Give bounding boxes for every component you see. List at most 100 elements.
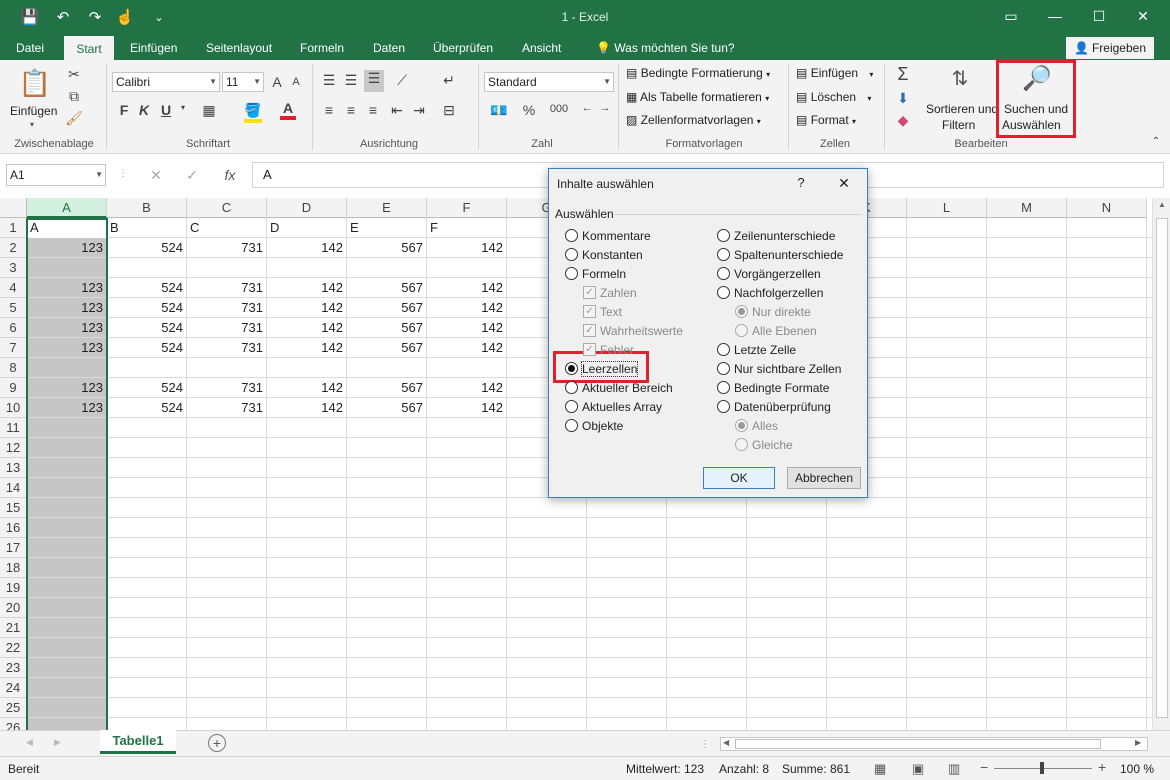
row-header[interactable]: 26 bbox=[0, 718, 27, 730]
table-cell[interactable]: 524 bbox=[107, 398, 186, 418]
ok-button[interactable]: OK bbox=[703, 467, 775, 489]
horizontal-scroll-thumb[interactable] bbox=[735, 739, 1101, 749]
column-header[interactable]: F bbox=[427, 198, 507, 218]
radio-button[interactable] bbox=[565, 400, 578, 413]
table-cell[interactable]: 731 bbox=[187, 398, 266, 418]
table-cell[interactable]: D bbox=[267, 218, 346, 238]
row-header[interactable]: 9 bbox=[0, 378, 27, 398]
row-header[interactable]: 7 bbox=[0, 338, 27, 358]
currency-icon[interactable]: 💶 bbox=[488, 102, 510, 119]
table-cell[interactable]: 142 bbox=[267, 238, 346, 258]
table-cell[interactable]: 731 bbox=[187, 318, 266, 338]
zoom-out-button[interactable]: − bbox=[980, 759, 988, 775]
thousands-separator-button[interactable]: 000 bbox=[546, 103, 572, 115]
table-cell[interactable]: 524 bbox=[107, 298, 186, 318]
align-left-icon[interactable]: ≡ bbox=[320, 102, 338, 118]
table-cell[interactable]: 142 bbox=[427, 398, 506, 418]
align-top-icon[interactable]: ☰ bbox=[320, 72, 338, 89]
row-header[interactable]: 11 bbox=[0, 418, 27, 438]
page-break-view-icon[interactable]: ▥ bbox=[948, 761, 960, 777]
table-cell[interactable]: 142 bbox=[267, 398, 346, 418]
row-header[interactable]: 12 bbox=[0, 438, 27, 458]
dialog-help-button[interactable]: ? bbox=[793, 175, 809, 190]
conditional-formatting-button[interactable]: ▤ Bedingte Formatierung ▾ bbox=[626, 66, 770, 80]
radio-button[interactable] bbox=[565, 248, 578, 261]
radio-button[interactable] bbox=[565, 419, 578, 432]
sort-filter-button[interactable]: ⇅ Sortieren und Filtern bbox=[924, 64, 998, 134]
table-cell[interactable]: 567 bbox=[347, 338, 426, 358]
row-header[interactable]: 16 bbox=[0, 518, 27, 538]
zoom-level[interactable]: 100 % bbox=[1120, 762, 1154, 776]
collapse-ribbon-icon[interactable]: ⌃ bbox=[1148, 136, 1164, 147]
splitter-dots-icon[interactable]: ⋮ bbox=[700, 739, 710, 750]
option-right-7[interactable]: Nur sichtbare Zellen bbox=[717, 360, 841, 378]
table-cell[interactable]: 142 bbox=[427, 338, 506, 358]
ribbon-display-options-icon[interactable]: ▭ bbox=[996, 4, 1026, 28]
scroll-up-icon[interactable]: ▲ bbox=[1155, 200, 1169, 209]
column-header[interactable]: D bbox=[267, 198, 347, 218]
row-header[interactable]: 19 bbox=[0, 578, 27, 598]
vertical-scroll-thumb[interactable] bbox=[1156, 218, 1168, 718]
align-middle-icon[interactable]: ☰ bbox=[342, 72, 360, 89]
option-right-3[interactable]: Nachfolgerzellen bbox=[717, 284, 823, 302]
row-header[interactable]: 4 bbox=[0, 278, 27, 298]
table-cell[interactable]: 142 bbox=[427, 378, 506, 398]
table-cell[interactable]: 567 bbox=[347, 318, 426, 338]
table-cell[interactable]: E bbox=[347, 218, 426, 238]
bold-button[interactable]: F bbox=[116, 102, 132, 118]
radio-button[interactable] bbox=[565, 362, 578, 375]
tab-daten[interactable]: Daten bbox=[367, 36, 411, 60]
tab-datei[interactable]: Datei bbox=[10, 36, 50, 60]
cut-icon[interactable]: ✂ bbox=[64, 66, 84, 83]
format-cells-button[interactable]: ▤ Format ▾ bbox=[796, 113, 856, 127]
wrap-text-icon[interactable]: ↵ bbox=[440, 72, 458, 89]
table-cell[interactable]: 142 bbox=[427, 278, 506, 298]
decrease-decimal-icon[interactable]: → bbox=[598, 102, 612, 114]
tab-seitenlayout[interactable]: Seitenlayout bbox=[200, 36, 278, 60]
cancel-entry-icon[interactable]: ✕ bbox=[146, 167, 166, 184]
find-select-button[interactable]: 🔎 Suchen und Auswählen bbox=[1000, 64, 1072, 134]
table-cell[interactable]: 142 bbox=[267, 298, 346, 318]
table-cell[interactable]: 731 bbox=[187, 278, 266, 298]
table-cell[interactable]: 567 bbox=[347, 238, 426, 258]
option-right-6[interactable]: Letzte Zelle bbox=[717, 341, 796, 359]
row-header[interactable]: 25 bbox=[0, 698, 27, 718]
radio-button[interactable] bbox=[717, 229, 730, 242]
row-header[interactable]: 17 bbox=[0, 538, 27, 558]
font-size-combo[interactable]: 11 ▼ bbox=[222, 72, 264, 92]
table-cell[interactable]: B bbox=[107, 218, 186, 238]
option-left-10[interactable]: Objekte bbox=[565, 417, 623, 435]
row-header[interactable]: 21 bbox=[0, 618, 27, 638]
normal-view-icon[interactable]: ▦ bbox=[874, 761, 886, 777]
page-layout-view-icon[interactable]: ▣ bbox=[912, 761, 924, 777]
tell-me-box[interactable]: 💡 Was möchten Sie tun? bbox=[590, 36, 741, 60]
tab-ansicht[interactable]: Ansicht bbox=[516, 36, 567, 60]
row-header[interactable]: 14 bbox=[0, 478, 27, 498]
table-cell[interactable]: 142 bbox=[267, 378, 346, 398]
align-center-icon[interactable]: ≡ bbox=[342, 102, 360, 118]
radio-button[interactable] bbox=[717, 286, 730, 299]
table-cell[interactable]: 142 bbox=[267, 278, 346, 298]
row-header[interactable]: 13 bbox=[0, 458, 27, 478]
radio-button[interactable] bbox=[717, 248, 730, 261]
table-cell[interactable]: 142 bbox=[427, 298, 506, 318]
radio-button[interactable] bbox=[565, 229, 578, 242]
radio-button[interactable] bbox=[565, 381, 578, 394]
cell-styles-button[interactable]: ▨ Zellenformatvorlagen ▾ bbox=[626, 113, 761, 127]
align-bottom-icon[interactable]: ☰ bbox=[364, 70, 384, 92]
format-as-table-button[interactable]: ▦ Als Tabelle formatieren ▾ bbox=[626, 90, 769, 104]
maximize-button[interactable]: ☐ bbox=[1084, 4, 1114, 28]
column-header[interactable]: A bbox=[27, 198, 107, 218]
row-header[interactable]: 20 bbox=[0, 598, 27, 618]
row-header[interactable]: 15 bbox=[0, 498, 27, 518]
option-right-8[interactable]: Bedingte Formate bbox=[717, 379, 829, 397]
format-painter-icon[interactable]: 🖌 bbox=[64, 110, 84, 127]
clear-icon[interactable]: ◆ bbox=[892, 112, 914, 129]
sheet-tab-tabelle1[interactable]: Tabelle1 bbox=[100, 730, 176, 754]
zoom-in-button[interactable]: + bbox=[1098, 759, 1106, 775]
font-color-icon[interactable]: A bbox=[280, 100, 296, 120]
radio-button[interactable] bbox=[717, 343, 730, 356]
table-cell[interactable]: F bbox=[427, 218, 506, 238]
option-right-1[interactable]: Spaltenunterschiede bbox=[717, 246, 843, 264]
scroll-right-icon[interactable]: ▶ bbox=[1135, 738, 1141, 747]
